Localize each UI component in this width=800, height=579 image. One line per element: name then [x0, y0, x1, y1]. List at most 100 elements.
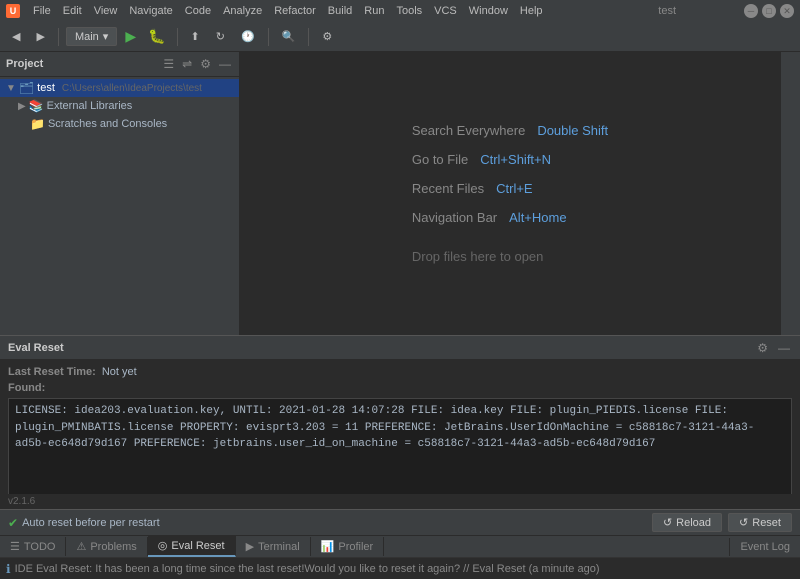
reset-button[interactable]: ↺ Reset	[728, 513, 792, 532]
tree-item-label: External Libraries	[47, 100, 133, 112]
bottom-panel-content: Last Reset Time: Not yet Found: LICENSE:…	[0, 360, 800, 494]
problems-icon: ⚠	[76, 540, 86, 553]
toolbar-vcs-btn[interactable]: ⬆	[185, 28, 206, 45]
todo-icon: ☰	[10, 540, 20, 553]
bottom-action-bar: ✔ Auto reset before per restart ↺ Reload…	[0, 509, 800, 535]
event-log-label: Event Log	[740, 541, 790, 553]
tree-item-scratches[interactable]: 📁 Scratches and Consoles	[24, 115, 239, 133]
module-icon: 🗂	[19, 81, 34, 95]
version-text: v2.1.6	[0, 494, 800, 509]
bottom-panel-minimize-icon[interactable]: —	[776, 340, 792, 356]
hint-shortcut: Double Shift	[537, 123, 608, 138]
last-reset-value: Not yet	[102, 366, 137, 378]
menu-window[interactable]: Window	[464, 3, 513, 19]
menu-analyze[interactable]: Analyze	[218, 3, 267, 19]
menu-navigate[interactable]: Navigate	[124, 3, 177, 19]
app-logo: U	[6, 4, 20, 18]
found-content-box[interactable]: LICENSE: idea203.evaluation.key, UNTIL: …	[8, 398, 792, 494]
editor-hints: Search Everywhere Double Shift Go to Fil…	[412, 123, 608, 264]
tab-label: Problems	[90, 541, 136, 553]
tree-collapse-icon: ▶	[18, 101, 26, 112]
tree-expand-icon: ▼	[6, 83, 16, 94]
tree-item-label: test	[37, 82, 55, 94]
minimize-button[interactable]: ─	[744, 4, 758, 18]
tab-todo[interactable]: ☰ TODO	[0, 537, 66, 556]
tree-item-test[interactable]: ▼ 🗂 test C:\Users\allen\IdeaProjects\tes…	[0, 79, 239, 97]
tab-eval-reset[interactable]: ◎ Eval Reset	[148, 536, 236, 557]
maximize-button[interactable]: □	[762, 4, 776, 18]
terminal-icon: ▶	[246, 540, 254, 553]
library-icon: 📚	[29, 99, 44, 113]
menu-edit[interactable]: Edit	[58, 3, 87, 19]
hint-recent-files: Recent Files Ctrl+E	[412, 181, 533, 196]
tree-item-label: Scratches and Consoles	[48, 118, 167, 130]
hint-label: Search Everywhere	[412, 123, 525, 138]
tree-item-path: C:\Users\allen\IdeaProjects\test	[62, 83, 202, 94]
main-toolbar: ◀ ▶ Main ▾ ▶ 🐛 ⬆ ↻ 🕐 🔍 ⚙	[0, 22, 800, 52]
toolbar-update-btn[interactable]: ↻	[210, 28, 231, 45]
debug-button[interactable]: 🐛	[144, 26, 169, 47]
reload-button[interactable]: ↺ Reload	[652, 513, 722, 532]
toolbar-nav-back[interactable]: ◀	[6, 28, 26, 45]
last-reset-row: Last Reset Time: Not yet	[8, 366, 792, 378]
tab-profiler[interactable]: 📊 Profiler	[311, 537, 385, 556]
tab-problems[interactable]: ⚠ Problems	[66, 537, 147, 556]
hint-label: Navigation Bar	[412, 210, 497, 225]
project-tree: ▼ 🗂 test C:\Users\allen\IdeaProjects\tes…	[0, 77, 239, 335]
menu-view[interactable]: View	[89, 3, 123, 19]
found-label: Found:	[8, 382, 792, 394]
tab-label: Profiler	[338, 541, 373, 553]
tab-event-log[interactable]: Event Log	[729, 538, 800, 556]
tree-item-external-libraries[interactable]: ▶ 📚 External Libraries	[12, 97, 239, 115]
toolbar-nav-forward[interactable]: ▶	[30, 28, 50, 45]
run-button[interactable]: ▶	[121, 26, 140, 47]
menu-file[interactable]: File	[28, 3, 56, 19]
menu-build[interactable]: Build	[323, 3, 357, 19]
hint-search-everywhere: Search Everywhere Double Shift	[412, 123, 608, 138]
auto-reset-checkbox-area[interactable]: ✔ Auto reset before per restart	[8, 516, 160, 530]
main-area: Project ☰ ⇌ ⚙ — ▼ 🗂 test C:\Users\allen\…	[0, 52, 800, 335]
menu-help[interactable]: Help	[515, 3, 548, 19]
checkbox-checkmark-icon: ✔	[8, 516, 18, 530]
project-sidebar: Project ☰ ⇌ ⚙ — ▼ 🗂 test C:\Users\allen\…	[0, 52, 240, 335]
menu-tools[interactable]: Tools	[391, 3, 427, 19]
tab-terminal[interactable]: ▶ Terminal	[236, 537, 311, 556]
toolbar-sep-3	[268, 28, 269, 46]
bottom-panel-settings-icon[interactable]: ⚙	[755, 340, 770, 356]
panel-collapse-icon[interactable]: ☰	[161, 56, 176, 72]
status-info-icon: ℹ	[6, 562, 11, 576]
panel-settings-icon[interactable]: ⚙	[198, 56, 213, 72]
chevron-down-icon: ▾	[103, 30, 109, 43]
eval-reset-icon: ◎	[158, 539, 168, 552]
toolbar-sep-2	[177, 28, 178, 46]
hint-shortcut: Ctrl+Shift+N	[480, 152, 551, 167]
window-title: test	[658, 5, 736, 17]
menu-bar: File Edit View Navigate Code Analyze Ref…	[28, 3, 650, 19]
tab-label: Eval Reset	[171, 540, 224, 552]
status-message: IDE Eval Reset: It has been a long time …	[15, 563, 600, 575]
project-panel-header: Project ☰ ⇌ ⚙ —	[0, 52, 239, 77]
menu-run[interactable]: Run	[359, 3, 389, 19]
bottom-panel-title: Eval Reset	[8, 342, 749, 354]
panel-divider-icon[interactable]: ⇌	[180, 56, 194, 72]
toolbar-search-btn[interactable]: 🔍	[276, 28, 302, 45]
menu-vcs[interactable]: VCS	[429, 3, 462, 19]
hint-label: Recent Files	[412, 181, 484, 196]
run-config-dropdown[interactable]: Main ▾	[66, 27, 117, 46]
close-button[interactable]: ✕	[780, 4, 794, 18]
hint-label: Go to File	[412, 152, 468, 167]
bottom-panel-icons: ⚙ —	[755, 340, 792, 356]
drop-files-hint: Drop files here to open	[412, 249, 544, 264]
menu-code[interactable]: Code	[180, 3, 216, 19]
toolbar-settings-btn[interactable]: ⚙	[316, 28, 338, 45]
reload-label: Reload	[676, 517, 711, 529]
auto-reset-label: Auto reset before per restart	[22, 517, 160, 529]
toolbar-history-btn[interactable]: 🕐	[235, 28, 261, 45]
right-strip	[780, 52, 800, 335]
panel-close-icon[interactable]: —	[217, 56, 233, 72]
profiler-icon: 📊	[321, 540, 335, 553]
menu-refactor[interactable]: Refactor	[269, 3, 321, 19]
window-controls: ─ □ ✕	[744, 4, 794, 18]
toolbar-sep-1	[58, 28, 59, 46]
run-config-label: Main	[75, 31, 99, 43]
